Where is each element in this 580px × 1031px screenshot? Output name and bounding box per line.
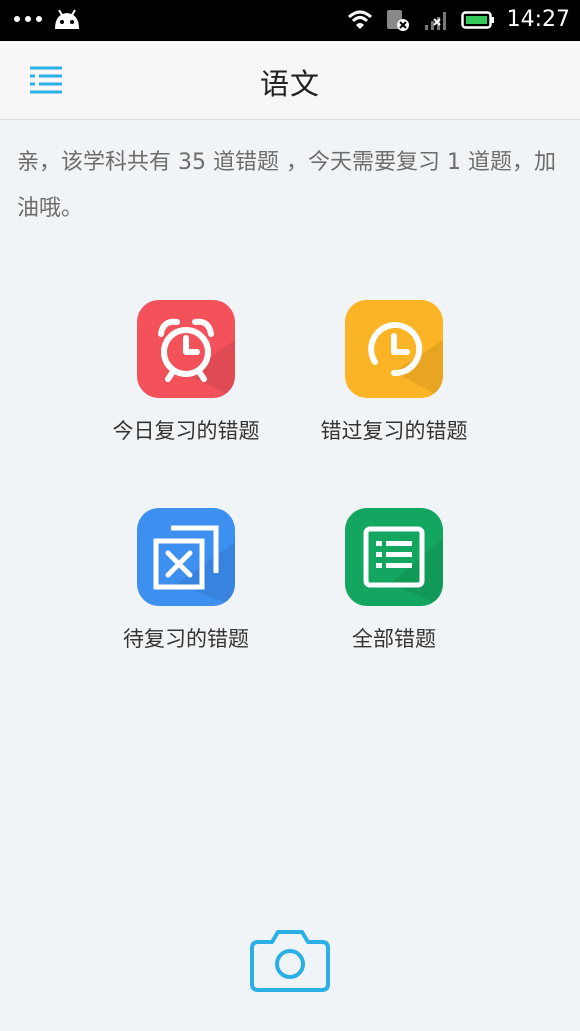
page-title: 语文	[259, 67, 320, 101]
tile-label: 错过复习的错题	[320, 419, 468, 443]
info-text: 亲，该学科共有 35 道错题 ，今天需要复习 1 道题，加油哦。	[17, 150, 556, 221]
clock-icon	[345, 300, 443, 398]
app-bar: 语文	[0, 41, 580, 120]
tile-all-questions[interactable]: 全部错题	[284, 508, 504, 653]
status-time: 14:27	[506, 7, 570, 32]
tile-label: 今日复习的错题	[112, 419, 260, 443]
status-bar: 14:27	[0, 0, 580, 41]
tile-pending-review[interactable]: 待复习的错题	[76, 508, 296, 653]
battery-icon	[460, 11, 494, 29]
status-bar-left	[14, 8, 82, 30]
wifi-icon	[347, 10, 372, 29]
tile-label: 全部错题	[352, 627, 436, 651]
delete-box-icon	[137, 508, 235, 606]
status-bar-right: 14:27	[347, 5, 570, 35]
android-icon	[55, 9, 79, 29]
tile-today-review[interactable]: 今日复习的错题	[76, 300, 296, 445]
signal-icon	[424, 12, 446, 30]
more-dots-icon	[14, 16, 42, 22]
tile-missed-review[interactable]: 错过复习的错题	[284, 300, 504, 445]
camera-icon[interactable]	[248, 928, 332, 994]
tile-label: 待复习的错题	[123, 627, 249, 651]
sim-card-icon	[386, 10, 409, 31]
list-icon	[345, 508, 443, 606]
alarm-clock-icon	[137, 300, 235, 398]
